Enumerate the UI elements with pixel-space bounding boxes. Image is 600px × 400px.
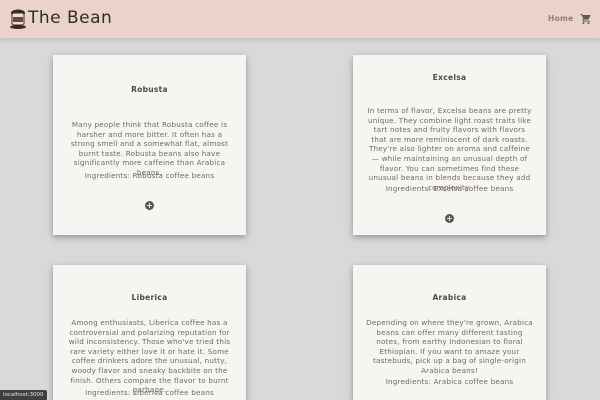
card-title: Robusta (131, 85, 168, 94)
card-ingredients: Ingredients: Arabica coffee beans (385, 377, 514, 386)
coffee-cup-logo-icon[interactable] (9, 8, 27, 30)
card-description: Many people think that Robusta coffee is… (70, 120, 229, 177)
browser-status-bar: localhost:3000 (0, 390, 47, 400)
product-card-arabica: Arabica Depending on where they're grown… (353, 265, 546, 400)
card-ingredients: Ingredients: Excelsa coffee beans (385, 184, 514, 193)
nav-home-link[interactable]: Home (548, 14, 574, 23)
card-description: Depending on where they're grown, Arabic… (366, 318, 533, 375)
product-card-excelsa: Excelsa In terms of flavor, Excelsa bean… (353, 55, 546, 235)
app-bar: The Bean Home (0, 0, 600, 38)
product-card-robusta: Robusta Many people think that Robusta c… (53, 55, 246, 235)
card-title: Liberica (131, 293, 168, 302)
shopping-cart-icon[interactable] (580, 13, 592, 25)
card-description: Among enthusiasts, Liberica coffee has a… (68, 318, 231, 395)
plus-circle-icon[interactable]: + (145, 201, 154, 210)
plus-circle-icon[interactable]: + (445, 214, 454, 223)
card-title: Arabica (432, 293, 467, 302)
card-title: Excelsa (432, 73, 467, 82)
brand-title[interactable]: The Bean (28, 8, 112, 28)
product-card-liberica: Liberica Among enthusiasts, Liberica cof… (53, 265, 246, 400)
card-description: In terms of flavor, Excelsa beans are pr… (367, 106, 532, 192)
card-ingredients: Ingredients: Liberica coffee beans (85, 388, 214, 397)
card-ingredients: Ingredients: Robusta coffee beans (84, 171, 215, 180)
